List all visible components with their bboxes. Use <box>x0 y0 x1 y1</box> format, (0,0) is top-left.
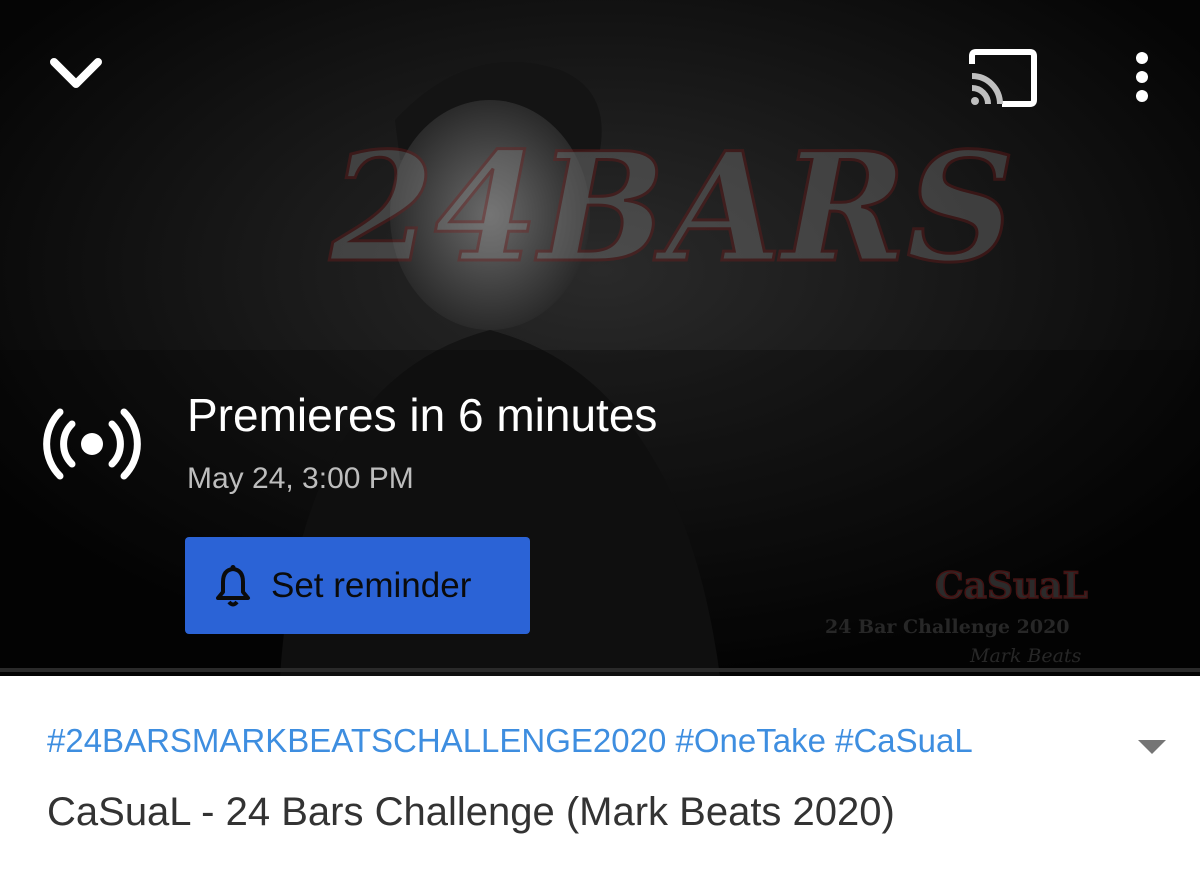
collapse-button[interactable] <box>40 40 112 104</box>
video-player[interactable]: 24BARS CaSuaL 24 Bar Challenge 2020 Mark… <box>0 0 1200 676</box>
cast-icon <box>969 49 1037 107</box>
premiere-title: Premieres in 6 minutes <box>187 389 658 441</box>
chevron-down-icon <box>50 58 102 88</box>
more-vert-icon <box>1136 52 1148 102</box>
live-broadcast-icon <box>43 408 141 480</box>
set-reminder-button[interactable]: Set reminder <box>185 537 530 634</box>
set-reminder-label: Set reminder <box>271 565 472 605</box>
hashtag-link[interactable]: #OneTake <box>676 722 826 759</box>
premiere-date: May 24, 3:00 PM <box>187 462 414 495</box>
hashtag-link[interactable]: #CaSuaL <box>835 722 973 759</box>
hashtag-link[interactable]: #24BARSMARKBEATSCHALLENGE2020 <box>47 722 666 759</box>
triangle-down-icon <box>1138 740 1166 754</box>
thumbnail-art-title: 24BARS <box>329 120 1015 296</box>
player-progress-track <box>0 668 1200 672</box>
expand-description-button[interactable] <box>1128 730 1176 764</box>
hashtag-list: #24BARSMARKBEATSCHALLENGE2020 #OneTake #… <box>47 722 973 760</box>
cast-button[interactable] <box>958 44 1048 114</box>
bell-icon <box>216 564 250 606</box>
video-title[interactable]: CaSuaL - 24 Bars Challenge (Mark Beats 2… <box>47 790 895 835</box>
more-options-button[interactable] <box>1116 44 1168 114</box>
